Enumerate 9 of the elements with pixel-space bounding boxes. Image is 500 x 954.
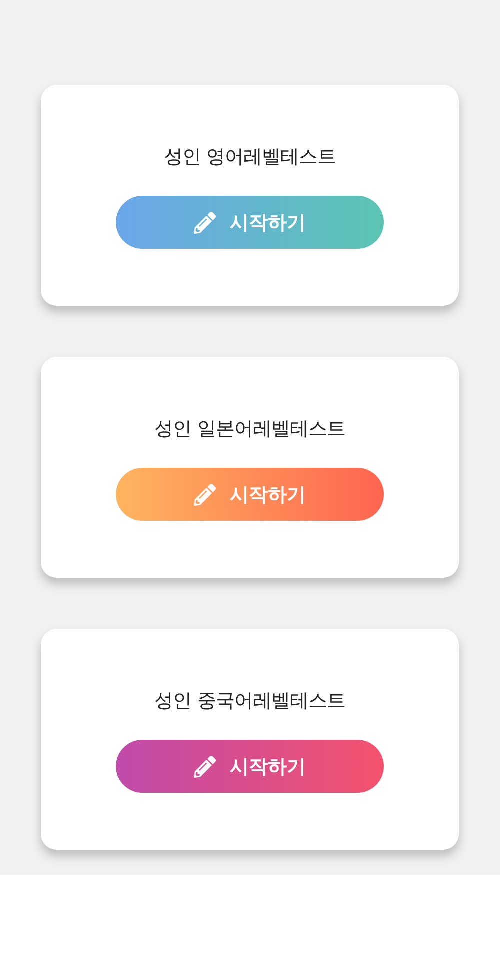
pencil-icon (194, 756, 216, 778)
start-button[interactable]: 시작하기 (116, 468, 384, 521)
card-title: 성인 영어레벨테스트 (164, 145, 336, 170)
start-button[interactable]: 시작하기 (116, 196, 384, 249)
card-title: 성인 일본어레벨테스트 (154, 417, 346, 442)
start-button[interactable]: 시작하기 (116, 740, 384, 793)
pencil-icon (194, 212, 216, 234)
card-title: 성인 중국어레벨테스트 (154, 689, 346, 714)
pencil-icon (194, 484, 216, 506)
